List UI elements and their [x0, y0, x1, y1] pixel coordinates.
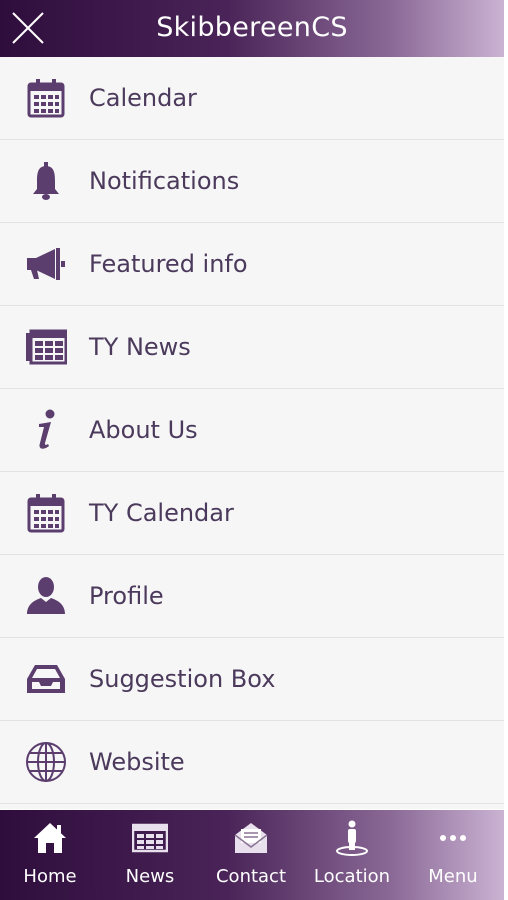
menu-item-featured-info[interactable]: Featured info: [0, 223, 504, 306]
app-header: SkibbereenCS: [0, 0, 504, 57]
tab-label: News: [125, 866, 175, 887]
tab-label: Location: [313, 866, 391, 887]
menu-item-calendar[interactable]: Calendar: [0, 57, 504, 140]
more-dots-icon: [403, 820, 503, 856]
menu-item-notifications[interactable]: Notifications: [0, 140, 504, 223]
user-icon: [24, 575, 68, 617]
tab-menu[interactable]: Menu: [403, 810, 503, 900]
bell-icon: [24, 160, 68, 202]
screen-edge: [504, 0, 508, 900]
bottom-tab-bar: Home News Contact Location Menu: [0, 810, 504, 900]
menu-item-label: Profile: [89, 582, 164, 610]
menu-item-label: Notifications: [89, 167, 240, 195]
tab-location[interactable]: Location: [302, 810, 402, 900]
menu-item-label: Featured info: [89, 250, 248, 278]
calendar-icon: [24, 492, 68, 534]
info-icon: [24, 409, 68, 451]
tab-news[interactable]: News: [100, 810, 200, 900]
globe-icon: [24, 741, 68, 783]
menu-item-suggestion-box[interactable]: Suggestion Box: [0, 638, 504, 721]
menu-item-website[interactable]: Website: [0, 721, 504, 804]
tab-label: Home: [23, 866, 77, 887]
tab-label: Menu: [428, 866, 478, 887]
main-menu-list: Calendar Notifications Featured info TY …: [0, 57, 504, 809]
menu-item-ty-news[interactable]: TY News: [0, 306, 504, 389]
tab-home[interactable]: Home: [0, 810, 100, 900]
envelope-icon: [201, 820, 301, 856]
newspaper-icon: [100, 820, 200, 856]
menu-item-label: Website: [89, 748, 185, 776]
menu-item-label: TY Calendar: [89, 499, 234, 527]
menu-item-ty-calendar[interactable]: TY Calendar: [0, 472, 504, 555]
calendar-icon: [24, 77, 68, 119]
menu-item-label: Calendar: [89, 84, 197, 112]
home-icon: [0, 820, 100, 856]
menu-item-label: TY News: [89, 333, 191, 361]
menu-item-label: Suggestion Box: [89, 665, 276, 693]
location-person-icon: [302, 820, 402, 856]
menu-item-label: About Us: [89, 416, 198, 444]
menu-item-profile[interactable]: Profile: [0, 555, 504, 638]
tab-contact[interactable]: Contact: [201, 810, 301, 900]
menu-item-about-us[interactable]: About Us: [0, 389, 504, 472]
newspaper-icon: [24, 326, 68, 368]
tab-label: Contact: [215, 866, 287, 887]
inbox-tray-icon: [24, 658, 68, 700]
megaphone-icon: [24, 243, 68, 285]
app-title: SkibbereenCS: [156, 12, 348, 43]
